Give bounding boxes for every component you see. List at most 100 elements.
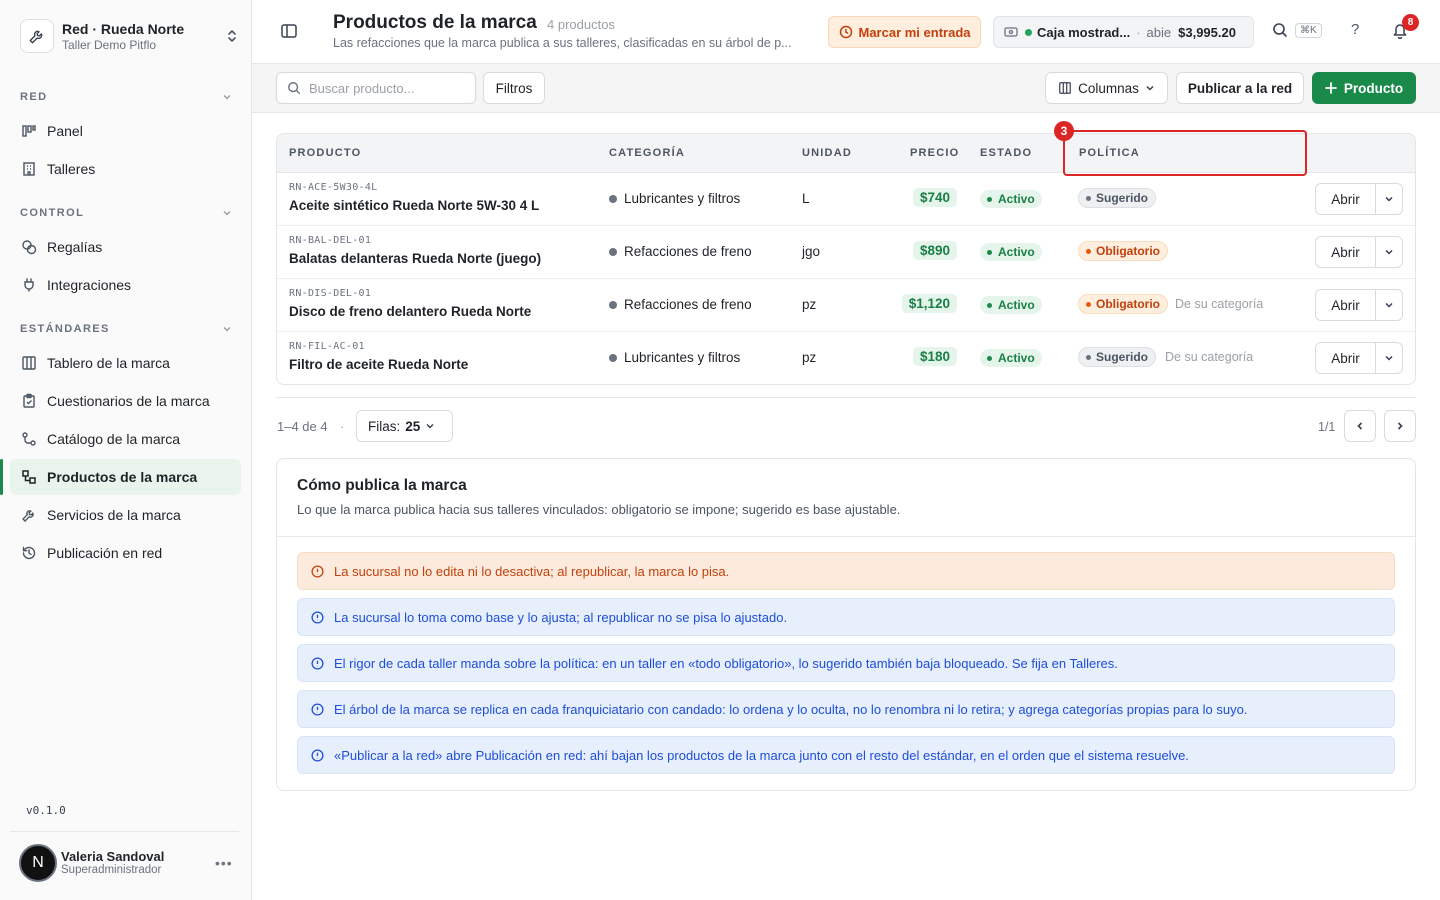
info-circle-icon xyxy=(311,656,324,670)
policy-badge: Obligatorio xyxy=(1078,294,1168,314)
info-circle-icon xyxy=(311,702,324,716)
box-tree-icon xyxy=(20,469,37,486)
info-subtitle: Lo que la marca publica hacia sus taller… xyxy=(297,502,901,517)
sidebar-item-tablero[interactable]: Tablero de la marca xyxy=(10,345,241,381)
more-icon[interactable]: ••• xyxy=(215,855,239,871)
policy-dot xyxy=(1086,195,1091,201)
publish-network-label: Publicar a la red xyxy=(1187,80,1293,96)
open-split-button: Abrir xyxy=(1315,289,1403,321)
org-switcher[interactable]: Red · Rueda Norte Taller Demo Pitflo xyxy=(20,17,240,55)
alert-arbol: El árbol de la marca se replica en cada … xyxy=(297,690,1395,728)
table-row[interactable]: RN-DIS-DEL-01 Disco de freno delantero R… xyxy=(277,279,1415,332)
mark-entry-label: Marcar mi entrada xyxy=(858,24,971,40)
help-button[interactable]: ? xyxy=(1351,21,1359,38)
chevron-down-icon[interactable] xyxy=(1376,343,1402,373)
sidebar-item-label: Catálogo de la marca xyxy=(47,431,181,447)
sidebar-item-label: Publicación en red xyxy=(47,545,163,561)
info-title: Cómo publica la marca xyxy=(297,477,467,494)
chevron-down-icon[interactable] xyxy=(1376,237,1402,267)
publish-network-button[interactable]: Publicar a la red xyxy=(1176,72,1304,104)
wrench-icon xyxy=(20,507,37,524)
open-button[interactable]: Abrir xyxy=(1316,184,1376,214)
nav-section-label: RED xyxy=(20,91,48,103)
sidebar-toggle-icon[interactable] xyxy=(280,22,300,42)
sidebar-item-panel[interactable]: Panel xyxy=(10,113,241,149)
category-label: Refacciones de freno xyxy=(624,297,752,312)
column-header-precio[interactable]: PRECIO xyxy=(910,147,959,159)
chevron-down-icon xyxy=(223,94,231,100)
filters-label: Filtros xyxy=(495,80,533,96)
open-button[interactable]: Abrir xyxy=(1316,290,1376,320)
alert-publicar: «Publicar a la red» abre Publicación en … xyxy=(297,736,1395,774)
status-label: Activo xyxy=(998,245,1035,259)
columns-label: Columnas xyxy=(1078,80,1139,96)
user-menu[interactable]: N Valeria Sandoval Superadministrador ••… xyxy=(10,831,239,893)
product-name: Filtro de aceite Rueda Norte xyxy=(289,357,469,372)
product-unit: pz xyxy=(802,297,817,312)
alert-text: «Publicar a la red» abre Publicación en … xyxy=(334,747,1189,763)
add-product-button[interactable]: Producto xyxy=(1312,72,1416,104)
pagination-range: 1–4 de 4 xyxy=(277,419,328,434)
alert-text: El árbol de la marca se replica en cada … xyxy=(334,701,1248,717)
chevron-down-icon[interactable] xyxy=(1376,184,1402,214)
app-version: v0.1.0 xyxy=(26,804,66,817)
column-header-producto[interactable]: PRODUCTO xyxy=(289,147,361,159)
alert-sugerido: La sucursal lo toma como base y lo ajust… xyxy=(297,598,1395,636)
sidebar-item-label: Panel xyxy=(47,123,83,139)
org-name: Red · Rueda Norte xyxy=(62,20,185,37)
open-button[interactable]: Abrir xyxy=(1316,237,1376,267)
cash-register-name: Caja mostrad... xyxy=(1037,24,1131,40)
product-unit: pz xyxy=(802,350,817,365)
column-header-estado[interactable]: ESTADO xyxy=(980,147,1032,159)
rows-value: 25 xyxy=(405,418,421,434)
table-row[interactable]: RN-BAL-DEL-01 Balatas delanteras Rueda N… xyxy=(277,226,1415,279)
search-icon[interactable] xyxy=(1272,22,1288,41)
clipboard-check-icon xyxy=(20,393,37,410)
chevron-left-icon xyxy=(1357,422,1363,430)
sidebar-item-catalogo[interactable]: Catálogo de la marca xyxy=(10,421,241,457)
columns-button[interactable]: Columnas xyxy=(1045,72,1168,104)
nav-section-red[interactable]: RED xyxy=(20,87,232,107)
user-role: Superadministrador xyxy=(61,864,162,876)
sidebar-item-servicios[interactable]: Servicios de la marca xyxy=(10,497,241,533)
sidebar-item-talleres[interactable]: Talleres xyxy=(10,151,241,187)
nav-section-estandares[interactable]: ESTÁNDARES xyxy=(20,319,232,339)
cash-register-selector[interactable]: Caja mostrad... · abie $3,995.20 xyxy=(993,16,1254,48)
column-header-unidad[interactable]: UNIDAD xyxy=(802,147,852,159)
filters-button[interactable]: Filtros xyxy=(483,72,545,104)
search-box[interactable] xyxy=(276,72,476,104)
sidebar-item-productos[interactable]: Productos de la marca xyxy=(0,459,241,495)
chevron-down-icon[interactable] xyxy=(1376,290,1402,320)
sidebar-item-publicacion[interactable]: Publicación en red xyxy=(10,535,241,571)
prev-page-button[interactable] xyxy=(1344,410,1376,442)
product-category: Refacciones de freno xyxy=(609,244,752,259)
sidebar-item-regalias[interactable]: Regalías xyxy=(10,229,241,265)
chevron-right-icon xyxy=(1397,422,1403,430)
toolbar: Filtros Columnas Publicar a la red Produ… xyxy=(252,64,1440,113)
category-bullet xyxy=(609,247,617,256)
mark-entry-button[interactable]: Marcar mi entrada xyxy=(828,16,981,48)
open-button[interactable]: Abrir xyxy=(1316,343,1376,373)
separator: · xyxy=(340,419,345,434)
policy-label: Sugerido xyxy=(1096,191,1149,205)
open-split-button: Abrir xyxy=(1315,183,1403,215)
status-badge: Activo xyxy=(980,349,1042,367)
sidebar-item-cuestionarios[interactable]: Cuestionarios de la marca xyxy=(10,383,241,419)
sidebar-item-integraciones[interactable]: Integraciones xyxy=(10,267,241,303)
search-input[interactable] xyxy=(309,80,469,96)
history-icon xyxy=(20,545,37,562)
table-row[interactable]: RN-FIL-AC-01 Filtro de aceite Rueda Nort… xyxy=(277,332,1415,384)
nav-section-label: ESTÁNDARES xyxy=(20,323,110,335)
divider xyxy=(277,536,1415,537)
category-label: Lubricantes y filtros xyxy=(624,191,741,206)
nav-section-control[interactable]: CONTROL xyxy=(20,203,232,223)
sidebar-item-label: Tablero de la marca xyxy=(47,355,170,371)
policy-label: Obligatorio xyxy=(1096,244,1160,258)
column-header-categoria[interactable]: CATEGORÍA xyxy=(609,147,685,159)
sidebar-item-label: Talleres xyxy=(47,161,96,177)
rows-per-page-select[interactable]: Filas: 25 xyxy=(356,410,453,442)
next-page-button[interactable] xyxy=(1384,410,1416,442)
status-dot xyxy=(1025,28,1032,36)
product-sku: RN-DIS-DEL-01 xyxy=(289,288,372,299)
table-row[interactable]: RN-ACE-5W30-4L Aceite sintético Rueda No… xyxy=(277,173,1415,226)
